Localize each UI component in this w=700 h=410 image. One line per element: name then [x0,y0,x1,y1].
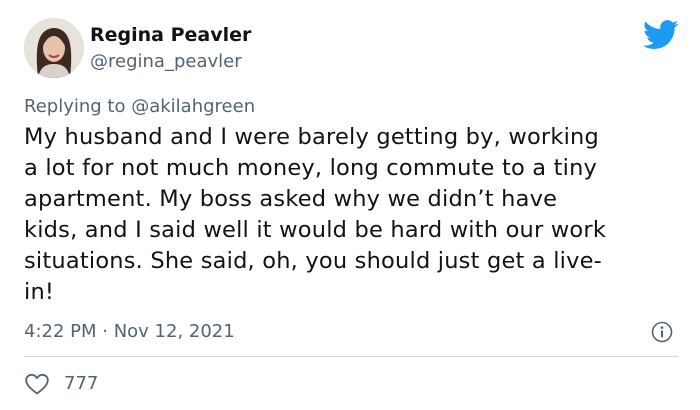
reply-prefix: Replying to [24,96,126,117]
tweet-line: My husband and I were barely getting by,… [24,124,600,150]
reply-context: Replying to @akilahgreen [24,94,255,120]
tweet-text: My husband and I were barely getting by,… [24,122,684,308]
reply-mention-link[interactable]: @akilahgreen [131,96,255,117]
author-handle[interactable]: @regina_peavler [90,49,242,75]
tweet-line: in! [24,279,55,305]
divider [24,356,678,357]
tweet-line: situations. She said, oh, you should jus… [24,248,602,274]
info-icon[interactable] [651,321,673,343]
twitter-bird-icon[interactable] [643,20,679,50]
tweet-line: apartment. My boss asked why we didn’t h… [24,186,558,212]
tweet-timestamp[interactable]: 4:22 PM · Nov 12, 2021 [24,319,235,345]
tweet-line: a lot for not much money, long commute t… [24,155,598,181]
like-count: 777 [64,373,99,394]
author-name[interactable]: Regina Peavler [90,22,251,48]
tweet-line: kids, and I said well it would be hard w… [24,217,607,243]
avatar[interactable] [24,18,84,78]
heart-icon [25,373,49,395]
like-button[interactable]: 777 [24,371,98,397]
avatar-portrait [24,18,84,78]
